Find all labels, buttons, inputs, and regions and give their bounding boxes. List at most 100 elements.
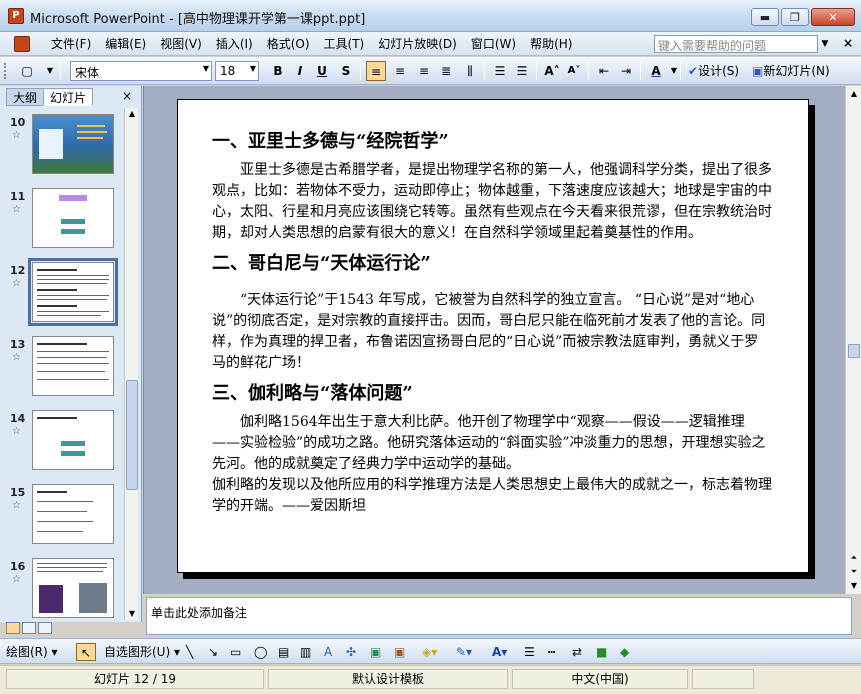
autoshapes-menu[interactable]: 自选图形(U) ▾ [104, 643, 180, 661]
menu-view[interactable]: 视图(V) [153, 36, 209, 52]
bullet-list-icon[interactable]: ☰ [512, 61, 532, 81]
menu-insert[interactable]: 插入(I) [209, 36, 260, 52]
align-center-icon[interactable]: ≡ [390, 61, 410, 81]
bold-button[interactable]: B [268, 61, 288, 81]
menu-file[interactable]: 文件(F) [44, 36, 98, 52]
scroll-thumb[interactable] [126, 380, 138, 490]
diagram-icon[interactable]: ✣ [346, 643, 356, 661]
line-color-icon[interactable]: ✎▾ [456, 643, 472, 661]
thumbnail-slide-16[interactable]: 16 ☆ [4, 558, 122, 620]
shadow-style-icon[interactable]: ■ [596, 643, 607, 661]
previous-slide-icon[interactable]: ⏶ [848, 552, 860, 564]
3d-style-icon[interactable]: ◆ [620, 643, 629, 661]
font-name-select[interactable]: 宋体 ▼ [70, 61, 212, 81]
menu-slideshow[interactable]: 幻灯片放映(D) [371, 36, 464, 52]
rectangle-icon[interactable]: ▭ [230, 643, 241, 661]
new-slide-button[interactable]: ▣新幻灯片(N) [752, 61, 830, 81]
decrease-indent-icon[interactable]: ⇤ [594, 61, 614, 81]
thumbnail-slide-13[interactable]: 13 ☆ [4, 336, 122, 398]
section-paragraph[interactable]: 伽利略1564年出生于意大利比萨。他开创了物理学中“观察——假设——逻辑推理——… [212, 412, 772, 475]
new-document-icon[interactable]: ▢ [16, 61, 38, 81]
select-pointer-icon[interactable]: ↖ [76, 643, 96, 661]
font-size-select[interactable]: 18 ▼ [215, 61, 259, 81]
arrow-style-icon[interactable]: ⇄ [572, 643, 582, 661]
scroll-up-icon[interactable]: ▲ [126, 108, 138, 120]
numbered-list-icon[interactable]: ☰ [490, 61, 510, 81]
dash-style-icon[interactable]: ┅ [548, 643, 555, 661]
animation-star-icon: ☆ [12, 352, 21, 363]
scroll-thumb[interactable] [848, 344, 860, 358]
normal-view-icon[interactable] [6, 622, 20, 634]
menu-edit[interactable]: 编辑(E) [98, 36, 153, 52]
section-heading[interactable]: 二、哥白尼与“天体运行论” [212, 252, 772, 276]
increase-font-icon[interactable]: A˄ [542, 61, 562, 81]
section-heading[interactable]: 三、伽利略与“落体问题” [212, 382, 772, 406]
align-right-icon[interactable]: ≡ [414, 61, 434, 81]
notes-pane[interactable]: 单击此处添加备注 [146, 597, 852, 635]
slide-scrollbar[interactable]: ▲ ⏶ ⏷ ▼ [845, 86, 861, 594]
thumbnail-slide-15[interactable]: 15 ☆ [4, 484, 122, 546]
new-slide-label: 新幻灯片(N) [763, 64, 830, 78]
picture-icon[interactable]: ▣ [394, 643, 405, 661]
help-search-input[interactable]: 键入需要帮助的问题 [654, 35, 818, 53]
design-button[interactable]: ✔设计(S) [688, 61, 739, 81]
panel-scrollbar[interactable]: ▲ ▼ [124, 108, 138, 620]
chevron-down-icon[interactable]: ▼ [203, 64, 209, 73]
draw-menu[interactable]: 绘图(R) ▾ [6, 643, 58, 661]
powerpoint-app-icon[interactable]: P [8, 8, 24, 24]
menu-window[interactable]: 窗口(W) [464, 36, 523, 52]
toolbar-grip[interactable] [4, 63, 7, 79]
slideshow-icon[interactable] [38, 622, 52, 634]
font-color-icon[interactable]: A [646, 61, 666, 81]
tab-slides[interactable]: 幻灯片 [43, 88, 94, 106]
chevron-down-icon[interactable]: ▼ [40, 61, 60, 81]
shadow-button[interactable]: S [336, 61, 356, 81]
thumbnail-slide-14[interactable]: 14 ☆ [4, 410, 122, 472]
font-color-icon[interactable]: A▾ [492, 643, 507, 661]
photo-icon [39, 585, 63, 613]
tab-outline[interactable]: 大纲 [6, 88, 45, 106]
next-slide-icon[interactable]: ⏷ [848, 566, 860, 578]
current-slide[interactable]: 一、亚里士多德与“经院哲学” 亚里士多德是古希腊学者，是提出物理学名称的第一人，… [177, 99, 809, 573]
restore-button[interactable]: ❐ [781, 8, 809, 26]
slide-sorter-icon[interactable] [22, 622, 36, 634]
document-icon[interactable] [14, 36, 30, 52]
document-close-button[interactable]: × [843, 36, 853, 50]
menu-tools[interactable]: 工具(T) [317, 36, 372, 52]
chevron-down-icon[interactable]: ▼ [250, 64, 256, 73]
align-left-icon[interactable]: ≡ [366, 61, 386, 81]
close-button[interactable]: ✕ [811, 8, 855, 26]
thumbnail-slide-10[interactable]: 10 ☆ [4, 114, 122, 176]
chevron-down-icon[interactable]: ▼ [664, 61, 684, 81]
italic-button[interactable]: I [290, 61, 310, 81]
chevron-down-icon[interactable]: ▼ [818, 35, 832, 53]
fill-color-icon[interactable]: ◈▾ [422, 643, 437, 661]
animation-star-icon: ☆ [12, 278, 21, 289]
section-heading[interactable]: 一、亚里士多德与“经院哲学” [212, 130, 772, 154]
panel-close-button[interactable]: × [122, 89, 132, 103]
oval-icon[interactable]: ◯ [254, 643, 267, 661]
menu-format[interactable]: 格式(O) [260, 36, 317, 52]
line-icon[interactable]: ╲ [186, 643, 193, 661]
scroll-up-icon[interactable]: ▲ [848, 88, 860, 100]
line-style-icon[interactable]: ☰ [524, 643, 535, 661]
section-paragraph[interactable]: 亚里士多德是古希腊学者，是提出物理学名称的第一人，他强调科学分类，提出了很多观点… [212, 160, 772, 244]
textbox-icon[interactable]: ▤ [278, 643, 289, 661]
section-paragraph[interactable]: “天体运行论”于1543 年写成，它被誉为自然科学的独立宣言。 “日心说”是对“… [212, 290, 772, 374]
menu-help[interactable]: 帮助(H) [523, 36, 579, 52]
text-direction-icon[interactable]: ⫼ [460, 61, 480, 81]
decrease-font-icon[interactable]: A˅ [564, 61, 584, 81]
thumbnail-slide-11[interactable]: 11 ☆ [4, 188, 122, 250]
thumbnail-slide-12[interactable]: 12 ☆ [4, 258, 122, 326]
section-paragraph[interactable]: 伽利略的发现以及他所应用的科学推理方法是人类思想史上最伟大的成就之一，标志着物理… [212, 475, 772, 517]
wordart-icon[interactable]: A [324, 643, 332, 661]
justify-icon[interactable]: ≣ [436, 61, 456, 81]
scroll-down-icon[interactable]: ▼ [126, 608, 138, 620]
underline-button[interactable]: U [312, 61, 332, 81]
increase-indent-icon[interactable]: ⇥ [616, 61, 636, 81]
scroll-down-icon[interactable]: ▼ [848, 580, 860, 592]
clipart-icon[interactable]: ▣ [370, 643, 381, 661]
arrow-icon[interactable]: ↘ [208, 643, 218, 661]
minimize-button[interactable]: ▬ [751, 8, 779, 26]
vertical-textbox-icon[interactable]: ▥ [300, 643, 311, 661]
